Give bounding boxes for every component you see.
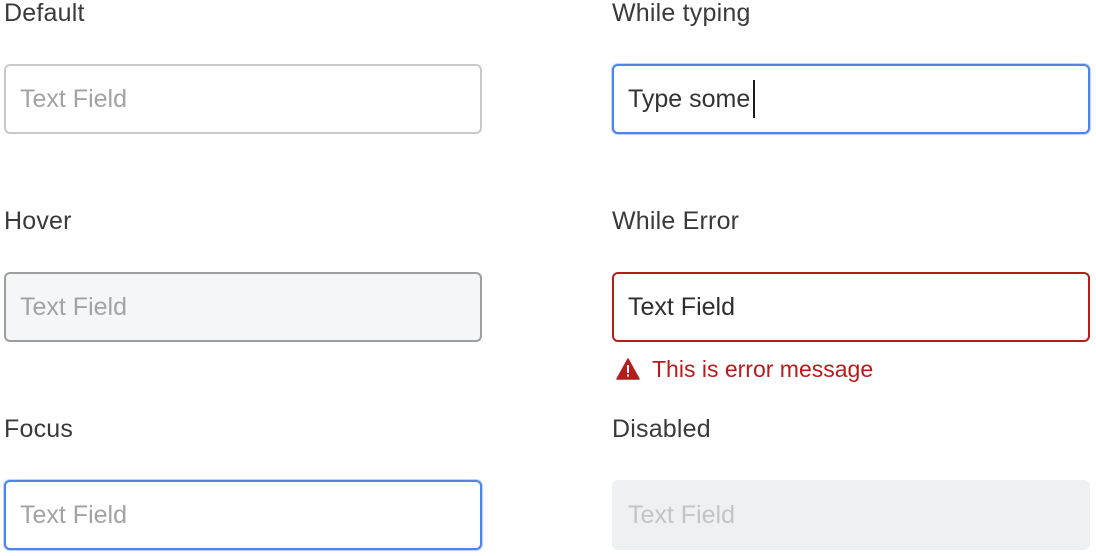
text-field-typing-value: Type some [628, 84, 751, 113]
label-default: Default [4, 0, 85, 27]
label-hover: Hover [4, 207, 72, 235]
text-field-error-input[interactable] [614, 274, 1088, 340]
text-field-typing[interactable]: Type some [612, 64, 1090, 134]
text-field-disabled-input [614, 482, 1088, 548]
text-field-hover[interactable] [4, 272, 482, 342]
label-focus: Focus [4, 415, 74, 443]
warning-icon [616, 358, 640, 380]
text-field-hover-input[interactable] [6, 274, 480, 340]
text-field-focus[interactable] [4, 480, 482, 550]
label-disabled: Disabled [612, 415, 711, 443]
text-field-focus-input[interactable] [6, 482, 480, 548]
text-field-typing-value-wrap: Type some [628, 66, 756, 132]
label-while-error: While Error [612, 207, 740, 235]
text-field-disabled [612, 480, 1090, 550]
label-while-typing: While typing [612, 0, 751, 27]
text-field-default[interactable] [4, 64, 482, 134]
text-field-default-input[interactable] [6, 66, 480, 132]
text-field-error[interactable] [612, 272, 1090, 342]
error-message: This is error message [616, 354, 873, 384]
text-caret [753, 80, 756, 118]
error-message-text: This is error message [652, 355, 874, 382]
